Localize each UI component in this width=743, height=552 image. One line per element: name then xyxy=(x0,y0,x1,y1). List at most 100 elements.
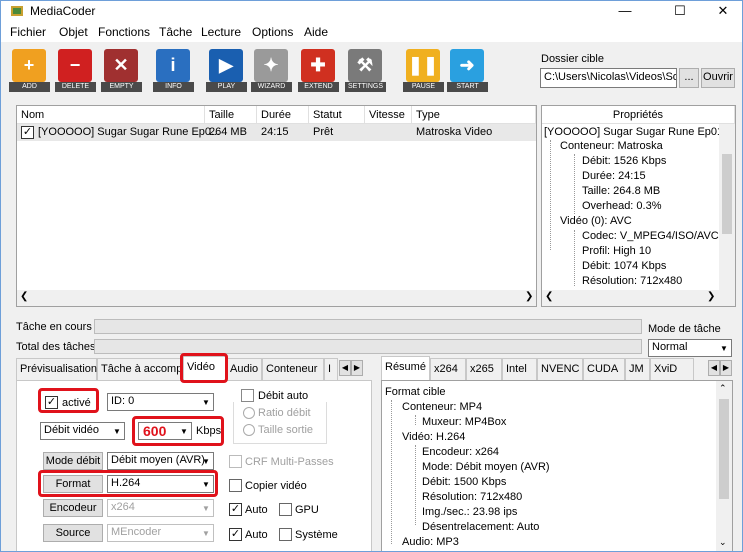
props-hscroll[interactable]: ❮ ❯ xyxy=(542,290,735,306)
scroll-left-arrow-icon[interactable]: ❮ xyxy=(20,291,28,302)
encoder-auto-checkbox[interactable]: ✓ xyxy=(229,503,242,516)
source-auto-checkbox[interactable]: ✓ xyxy=(229,528,242,541)
play-button[interactable]: ▶ PLAY xyxy=(206,47,247,92)
minimize-button[interactable]: — xyxy=(605,0,645,22)
tab-xvid[interactable]: XviD xyxy=(650,358,694,380)
summary-scroll-thumb[interactable] xyxy=(719,399,729,499)
auto-bitrate-label: Débit auto xyxy=(258,390,309,402)
tab-summary[interactable]: Résumé xyxy=(381,356,430,380)
crf-label: CRF Multi-Passes xyxy=(245,456,334,468)
crf-checkbox[interactable] xyxy=(229,455,242,468)
tab-audio[interactable]: Audio xyxy=(226,358,262,380)
wizard-button[interactable]: ✦ WIZARD xyxy=(251,47,292,92)
tab-container[interactable]: Conteneur xyxy=(262,358,324,380)
menu-objet[interactable]: Objet xyxy=(59,25,88,39)
browse-button[interactable]: ... xyxy=(679,68,699,88)
col-duration[interactable]: Durée xyxy=(257,106,309,124)
bitrate-group xyxy=(233,402,327,444)
summary-vscroll[interactable]: ⌃ ⌄ xyxy=(716,381,732,551)
tab-nvenc[interactable]: NVENC xyxy=(537,358,583,380)
close-button[interactable]: ✕ xyxy=(703,0,743,22)
tab-x264[interactable]: x264 xyxy=(430,358,466,380)
props-line: Débit: 1526 Kbps xyxy=(582,155,667,167)
summary-panel[interactable]: Format cible Conteneur: MP4 Muxeur: MP4B… xyxy=(381,380,733,552)
scroll-left-arrow-icon[interactable]: ❮ xyxy=(545,291,553,302)
activate-checkbox[interactable]: ✓ xyxy=(45,396,58,409)
start-button[interactable]: ➜ START xyxy=(447,47,488,92)
scroll-right-arrow-icon[interactable]: ❯ xyxy=(707,291,715,302)
open-folder-button[interactable]: Ouvrir xyxy=(701,68,735,88)
encoder-select[interactable]: x264 ▼ xyxy=(107,499,214,517)
table-row[interactable]: ✓ [YOOOOO] Sugar Sugar Rune Ep0... 264 M… xyxy=(17,124,536,141)
tab-scroll-left-icon[interactable]: ◀ xyxy=(339,360,351,376)
bitrate-mode-dropdown[interactable]: Débit moyen (AVR) ▼ xyxy=(107,452,214,470)
col-status[interactable]: Statut xyxy=(309,106,365,124)
file-list-hscroll[interactable]: ❮ ❯ xyxy=(17,290,536,306)
right-tab-scroll-right-icon[interactable]: ▶ xyxy=(720,360,732,376)
source-button[interactable]: Source xyxy=(43,524,103,542)
menu-tache[interactable]: Tâche xyxy=(159,25,192,39)
chevron-down-icon: ▼ xyxy=(720,344,728,353)
copy-video-checkbox[interactable] xyxy=(229,479,242,492)
activate-label: activé xyxy=(62,397,91,409)
gpu-checkbox[interactable] xyxy=(279,503,292,516)
auto-bitrate-checkbox[interactable] xyxy=(241,389,254,402)
summary-line: Muxeur: MP4Box xyxy=(422,416,507,428)
scroll-right-arrow-icon[interactable]: ❯ xyxy=(525,291,533,302)
maximize-button[interactable]: ☐ xyxy=(660,0,700,22)
bitrate-input[interactable]: 600 ▼ xyxy=(138,422,192,440)
system-label: Système xyxy=(295,529,338,541)
info-button[interactable]: i INFO xyxy=(153,47,194,92)
source-select[interactable]: MEncoder ▼ xyxy=(107,524,214,542)
scroll-down-arrow-icon[interactable]: ⌄ xyxy=(719,537,727,548)
task-mode-label: Mode de tâche xyxy=(648,323,721,335)
col-size[interactable]: Taille xyxy=(205,106,257,124)
format-select[interactable]: H.264 ▼ xyxy=(107,475,214,493)
encoder-button[interactable]: Encodeur xyxy=(43,499,103,517)
track-id-select[interactable]: ID: 0 ▼ xyxy=(107,393,214,411)
empty-button[interactable]: ✕ EMPTY xyxy=(101,47,142,92)
tab-preview[interactable]: Prévisualisation xyxy=(16,358,97,380)
menu-fichier[interactable]: Fichier xyxy=(10,25,46,39)
menu-lecture[interactable]: Lecture xyxy=(201,25,241,39)
total-tasks-progress xyxy=(94,339,642,354)
tab-more[interactable]: I xyxy=(324,358,338,380)
row-status: Prêt xyxy=(313,126,334,138)
tab-task[interactable]: Tâche à accomplir xyxy=(97,358,183,380)
tab-jm[interactable]: JM xyxy=(625,358,650,380)
bitrate-mode-button[interactable]: Mode débit xyxy=(43,452,103,470)
format-button[interactable]: Format xyxy=(43,475,103,493)
pause-button[interactable]: ❚❚ PAUSE xyxy=(403,47,444,92)
extend-button[interactable]: ✚ EXTEND xyxy=(298,47,339,92)
delete-button[interactable]: − DELETE xyxy=(55,47,96,92)
col-speed[interactable]: Vitesse xyxy=(365,106,412,124)
system-checkbox[interactable] xyxy=(279,528,292,541)
task-mode-select[interactable]: Normal ▼ xyxy=(648,339,732,357)
menu-fonctions[interactable]: Fonctions xyxy=(98,25,150,39)
bitrate-mode-select[interactable]: Débit vidéo ▼ xyxy=(40,422,125,440)
menu-aide[interactable]: Aide xyxy=(304,25,328,39)
summary-line: Résolution: 712x480 xyxy=(422,491,523,503)
props-vscroll[interactable] xyxy=(719,124,735,290)
toolbar-label: WIZARD xyxy=(251,82,292,92)
dest-path-input[interactable]: C:\Users\Nicolas\Videos\Sou xyxy=(540,68,677,88)
scroll-up-arrow-icon[interactable]: ⌃ xyxy=(719,383,727,394)
tab-x265[interactable]: x265 xyxy=(466,358,502,380)
right-tab-scroll-left-icon[interactable]: ◀ xyxy=(708,360,720,376)
tab-video[interactable]: Vidéo xyxy=(183,356,226,380)
col-name[interactable]: Nom xyxy=(17,106,205,124)
col-type[interactable]: Type xyxy=(412,106,536,124)
source-auto-label: Auto xyxy=(245,529,268,541)
file-list[interactable]: Nom Taille Durée Statut Vitesse Type ✓ [… xyxy=(16,105,537,307)
tab-cuda[interactable]: CUDA xyxy=(583,358,625,380)
toolbar-label: DELETE xyxy=(55,82,96,92)
add-button[interactable]: + ADD xyxy=(9,47,50,92)
row-checkbox[interactable]: ✓ xyxy=(21,126,34,139)
props-scroll-thumb[interactable] xyxy=(722,154,732,234)
props-line: Profil: High 10 xyxy=(582,245,652,257)
properties-panel[interactable]: Propriétés [YOOOOO] Sugar Sugar Rune Ep0… xyxy=(541,105,736,307)
menu-options[interactable]: Options xyxy=(252,25,293,39)
tab-intel[interactable]: Intel xyxy=(502,358,537,380)
settings-button[interactable]: ⚒ SETTINGS xyxy=(345,47,386,92)
tab-scroll-right-icon[interactable]: ▶ xyxy=(351,360,363,376)
